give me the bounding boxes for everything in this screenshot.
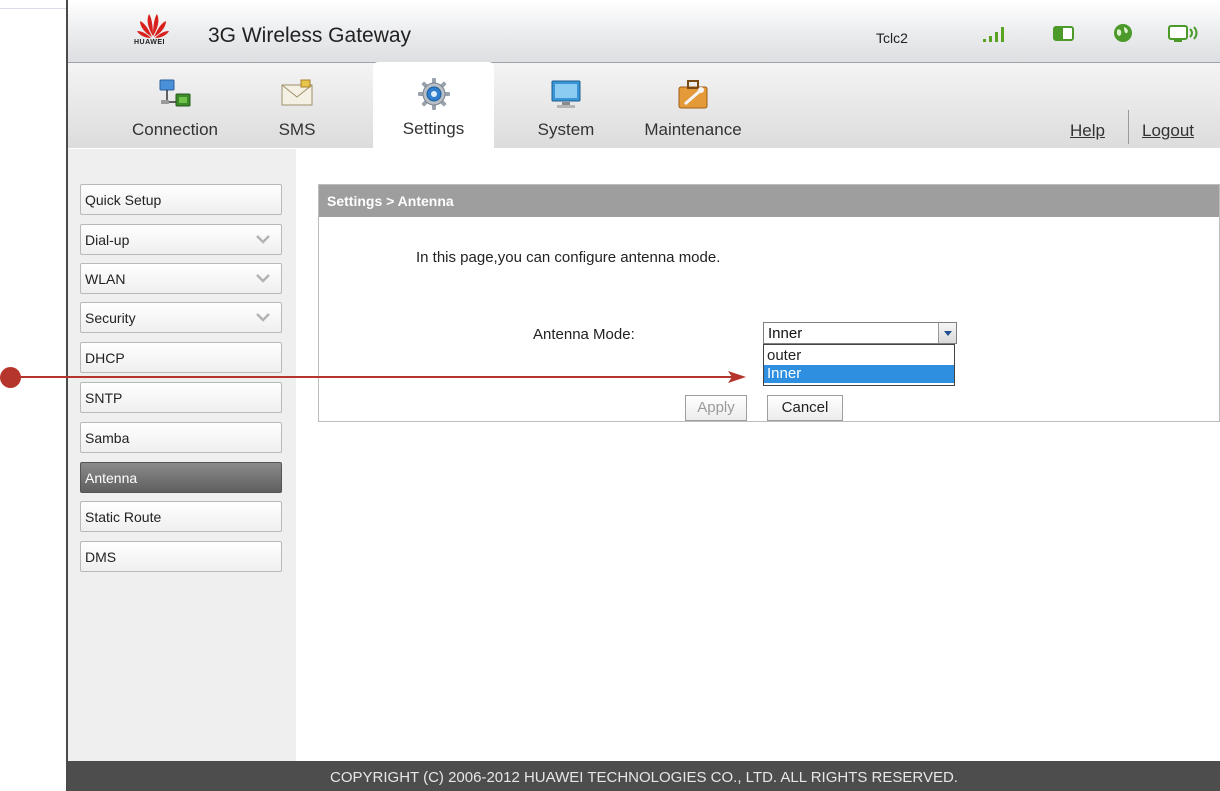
annotation-arrow — [20, 371, 746, 383]
